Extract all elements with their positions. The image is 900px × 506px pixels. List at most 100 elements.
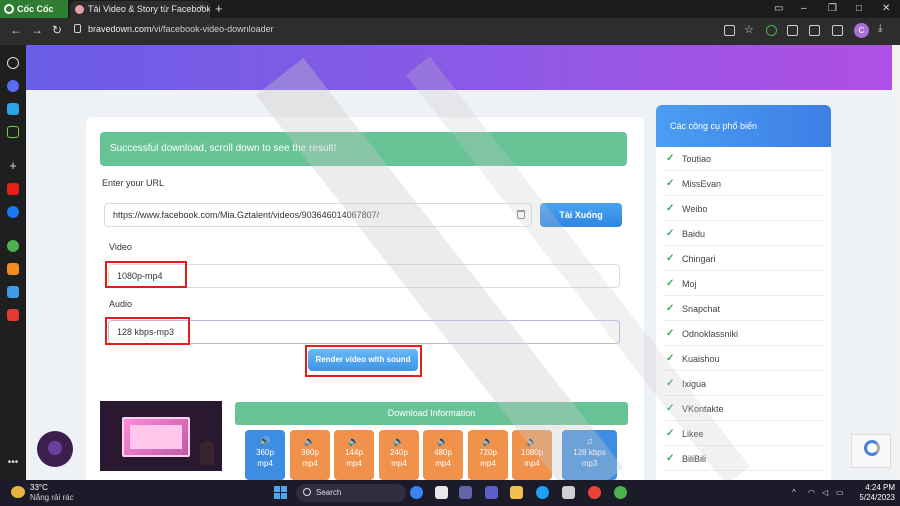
clock-date[interactable]: 5/24/2023 (845, 493, 895, 502)
tool-item[interactable]: ✓ Toutiao (664, 147, 824, 171)
coccoc-game-icon[interactable] (7, 240, 19, 252)
shield-icon[interactable] (787, 25, 798, 36)
taskbar-app-icon[interactable] (410, 486, 423, 499)
speaker-muted-icon: 🔈 (437, 436, 449, 446)
url-input[interactable]: https://www.facebook.com/Mia.Gztalent/vi… (104, 203, 532, 227)
windows-start-icon[interactable] (274, 486, 287, 499)
url-label: Enter your URL (102, 178, 165, 188)
extension-leaf-icon[interactable] (766, 25, 777, 36)
tool-item[interactable]: ✓ MissEvan (664, 172, 824, 196)
tool-item[interactable]: ✓ Likee (664, 422, 824, 446)
windows-taskbar: 33°C Nắng rải rác Search ^ ◠ ◁ ▭ 4:24 PM… (0, 480, 900, 506)
check-icon: ✓ (666, 453, 675, 464)
tool-item[interactable]: ✓ VKontakte (664, 397, 824, 421)
edge-icon[interactable] (536, 486, 549, 499)
lock-icon (74, 24, 81, 33)
messenger-icon[interactable] (7, 80, 19, 92)
more-icon[interactable]: ••• (7, 458, 19, 470)
history-icon[interactable] (7, 57, 19, 69)
coccoc-taskbar-icon[interactable] (614, 486, 627, 499)
tool-item[interactable]: ✓ Chingari (664, 247, 824, 271)
extensions-puzzle-icon[interactable] (832, 25, 843, 36)
gamepad-icon[interactable] (7, 126, 19, 138)
download-button[interactable]: Tải Xuống (540, 203, 622, 227)
address-bar[interactable]: bravedown.com/vi/facebook-video-download… (88, 24, 274, 34)
reload-icon[interactable]: ↻ (52, 23, 62, 37)
recaptcha-badge[interactable] (851, 434, 891, 468)
tool-item[interactable]: ✓ Moj (664, 272, 824, 296)
translate-icon[interactable] (7, 286, 19, 298)
weather-sun-icon[interactable] (11, 486, 25, 498)
thumbnail-person (200, 441, 214, 465)
chat-bubble-button[interactable] (37, 431, 73, 467)
facebook-icon[interactable] (7, 206, 19, 218)
file-explorer-icon[interactable] (510, 486, 523, 499)
video-thumbnail[interactable] (100, 401, 222, 471)
tool-item[interactable]: ✓ Odnoklassniki (664, 322, 824, 346)
check-icon: ✓ (666, 303, 675, 314)
audio-label: Audio (109, 299, 133, 309)
tool-item[interactable]: ✓ Baidu (664, 222, 824, 246)
check-icon: ✓ (666, 228, 675, 239)
minimize-icon[interactable]: – (801, 0, 807, 18)
tab-search-icon[interactable]: ▭ (774, 0, 783, 18)
quality-option-144p[interactable]: 🔈 144p mp4 (334, 430, 374, 480)
tool-item[interactable]: ✓ Snapchat (664, 297, 824, 321)
app-icon-blue[interactable] (7, 103, 19, 115)
tool-item[interactable]: ✓ Kuaishou (664, 347, 824, 371)
quality-option-240p[interactable]: 🔈 240p mp4 (379, 430, 419, 480)
weather-condition: Nắng rải rác (30, 493, 74, 502)
thumbnail-screen-inner (130, 425, 182, 449)
profile-avatar[interactable]: C (854, 23, 869, 38)
speaker-muted-icon: 🔈 (304, 436, 316, 446)
store-icon[interactable] (562, 486, 575, 499)
new-tab-button[interactable]: + (215, 0, 223, 17)
tool-item[interactable]: ✓ BiliBili (664, 447, 824, 471)
quality-option-480p[interactable]: 🔈 480p mp4 (423, 430, 463, 480)
maximize-icon[interactable]: □ (856, 0, 862, 18)
close-window-icon[interactable]: ✕ (882, 0, 890, 18)
tab-active[interactable]: Tải Video & Story từ Facebook (70, 1, 210, 18)
quality-option-360p-mp4[interactable]: 🔊 360p mp4 (245, 430, 285, 480)
tray-chevron-icon[interactable]: ^ (792, 488, 796, 497)
media-play-icon[interactable] (7, 263, 19, 275)
add-icon[interactable]: + (7, 159, 19, 172)
search-icon (303, 488, 311, 496)
app-pen-icon[interactable] (485, 486, 498, 499)
page-scrollbar[interactable] (892, 45, 900, 480)
chrome-icon[interactable] (588, 486, 601, 499)
browser-brand[interactable]: Cốc Cốc (0, 0, 68, 18)
taskbar-search[interactable]: Search (296, 484, 406, 502)
check-icon: ✓ (666, 278, 675, 289)
quality-option-720p[interactable]: 🔈 720p mp4 (468, 430, 508, 480)
speaker-muted-icon: 🔈 (482, 436, 494, 446)
task-view-icon[interactable] (435, 486, 448, 499)
wifi-icon[interactable]: ◠ (808, 488, 815, 497)
quality-option-128kbps-mp3[interactable]: ♫ 128 kbps mp3 (562, 430, 617, 480)
volume-icon[interactable]: ◁ (822, 488, 828, 497)
todo-icon[interactable] (7, 309, 19, 321)
address-toolbar: ← → ↻ bravedown.com/vi/facebook-video-do… (0, 18, 900, 45)
restore-icon[interactable]: ❐ (828, 0, 837, 18)
trash-icon[interactable] (517, 210, 525, 219)
back-icon[interactable]: ← (10, 23, 22, 37)
tab-close-icon[interactable]: × (199, 2, 204, 12)
forward-icon[interactable]: → (31, 23, 43, 37)
downloads-icon[interactable]: ⤓ (878, 23, 882, 34)
quality-option-360p-mp4-muted[interactable]: 🔈 360p mp4 (290, 430, 330, 480)
quality-option-1080p[interactable]: 🔈 1080p mp4 (512, 430, 552, 480)
bookmark-star-icon[interactable]: ☆ (744, 23, 754, 36)
render-highlight (305, 345, 422, 377)
share-icon[interactable] (724, 25, 735, 36)
check-icon: ✓ (666, 253, 675, 264)
tool-item[interactable]: ✓ Weibo (664, 197, 824, 221)
check-icon: ✓ (666, 153, 675, 164)
clock-time[interactable]: 4:24 PM (855, 483, 895, 492)
download-box-icon[interactable] (809, 25, 820, 36)
teams-icon[interactable] (459, 486, 472, 499)
tool-item[interactable]: ✓ Ixigua (664, 372, 824, 396)
youtube-icon[interactable] (7, 183, 19, 195)
weather-temp: 33°C (30, 483, 48, 492)
battery-icon[interactable]: ▭ (836, 488, 844, 497)
check-icon: ✓ (666, 178, 675, 189)
